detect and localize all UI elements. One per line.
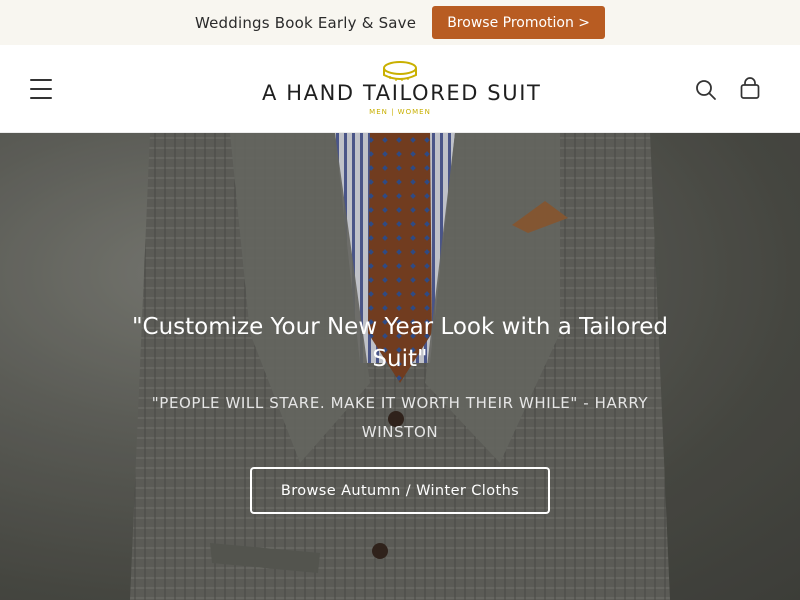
browse-autumn-winter-button[interactable]: Browse Autumn / Winter Cloths xyxy=(249,467,551,514)
announcement-bar: Weddings Book Early & Save Browse Promot… xyxy=(0,0,800,45)
search-icon[interactable] xyxy=(694,78,718,102)
site-header: A HAND TAILORED SUIT MEN | WOMEN xyxy=(0,45,800,133)
hero-content: "Customize Your New Year Look with a Tai… xyxy=(120,311,680,514)
hero-quote: "PEOPLE WILL STARE. MAKE IT WORTH THEIR … xyxy=(151,394,649,441)
announcement-text: Weddings Book Early & Save xyxy=(194,13,417,32)
logo-text: A HAND TAILORED SUIT xyxy=(262,81,542,105)
hero-banner: "Customize Your New Year Look with a Tai… xyxy=(0,133,800,600)
cart-icon[interactable] xyxy=(738,77,762,101)
logo-subtitle: MEN | WOMEN xyxy=(369,108,431,116)
measuring-tape-icon xyxy=(383,61,417,81)
menu-icon[interactable] xyxy=(30,79,52,99)
hero-title: "Customize Your New Year Look with a Tai… xyxy=(131,314,669,372)
site-logo[interactable]: A HAND TAILORED SUIT MEN | WOMEN xyxy=(262,57,542,121)
browse-promotion-button[interactable]: Browse Promotion > xyxy=(432,6,606,39)
